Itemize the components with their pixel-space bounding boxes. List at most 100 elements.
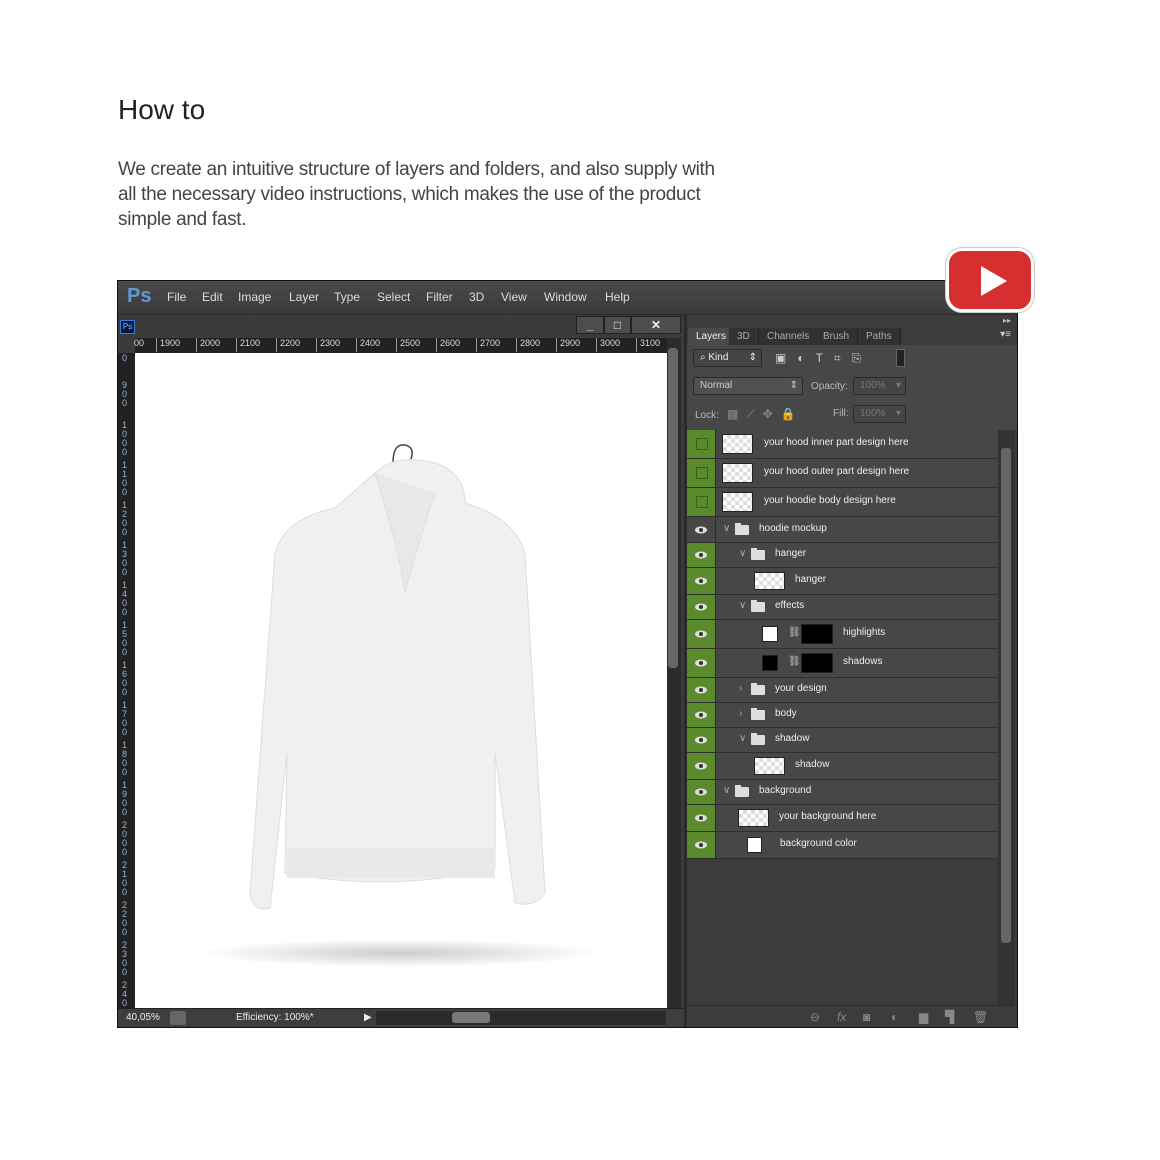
menu-edit[interactable]: Edit <box>202 290 223 304</box>
visibility-toggle[interactable] <box>687 649 716 677</box>
adjustment-layer-icon[interactable]: ◐ <box>891 1010 898 1024</box>
empty-visibility-box[interactable] <box>696 496 708 508</box>
document-icon: Ps <box>120 320 135 334</box>
layer-row[interactable]: your hood outer part design here <box>687 459 998 488</box>
empty-visibility-box[interactable] <box>696 467 708 479</box>
tab-channels[interactable]: Channels <box>759 328 819 345</box>
tab-3d[interactable]: 3D <box>729 328 759 345</box>
menu-image[interactable]: Image <box>238 290 271 304</box>
visibility-toggle[interactable] <box>687 459 716 487</box>
fx-icon[interactable]: fx <box>837 1010 846 1024</box>
layer-name: hoodie mockup <box>759 522 827 534</box>
layer-row[interactable]: background color <box>687 832 998 859</box>
menu-file[interactable]: File <box>167 290 186 304</box>
opacity-input[interactable]: 100% ▾ <box>853 377 906 395</box>
new-layer-icon[interactable]: ▜ <box>945 1010 954 1024</box>
visibility-toggle[interactable] <box>687 543 716 567</box>
youtube-play-button[interactable] <box>946 248 1034 312</box>
chevron-down-icon[interactable]: ∨ <box>723 523 730 534</box>
opacity-value: 100% <box>860 380 886 391</box>
scroll-thumb[interactable] <box>1001 448 1011 943</box>
link-layers-icon[interactable]: ⊖ <box>810 1010 820 1024</box>
visibility-toggle[interactable] <box>687 595 716 619</box>
visibility-toggle[interactable] <box>687 517 716 542</box>
horizontal-scrollbar[interactable] <box>376 1011 666 1025</box>
canvas[interactable] <box>135 353 667 1008</box>
menu-layer[interactable]: Layer <box>289 290 319 304</box>
visibility-toggle[interactable] <box>687 620 716 648</box>
layer-row[interactable]: hanger <box>687 568 998 595</box>
layer-row[interactable]: your hoodie body design here <box>687 488 998 517</box>
visibility-toggle[interactable] <box>687 780 716 804</box>
chevron-right-icon[interactable]: › <box>739 683 742 694</box>
layer-row[interactable]: ∨ background <box>687 780 998 805</box>
chevron-down-icon[interactable]: ∨ <box>723 785 730 796</box>
collapse-panel-icon[interactable]: ▸▸ <box>1003 316 1011 325</box>
menu-bar: Ps File Edit Image Layer Type Select Filter 3D V… <box>118 281 1017 314</box>
layer-name: effects <box>775 600 805 611</box>
status-menu-arrow-icon[interactable]: ▶ <box>364 1012 372 1023</box>
scroll-thumb[interactable] <box>668 348 678 668</box>
delete-layer-icon[interactable]: 🗑 <box>973 1010 988 1024</box>
tab-paths[interactable]: Paths <box>858 328 901 345</box>
menu-view[interactable]: View <box>501 290 527 304</box>
tab-brush[interactable]: Brush <box>815 328 859 345</box>
layer-row[interactable]: your background here <box>687 805 998 832</box>
scroll-thumb[interactable] <box>452 1012 490 1023</box>
menu-3d[interactable]: 3D <box>469 290 484 304</box>
menu-select[interactable]: Select <box>377 290 410 304</box>
layer-row[interactable]: ∨ hoodie mockup <box>687 517 998 543</box>
layer-row[interactable]: ⛓ shadows <box>687 649 998 678</box>
fill-input[interactable]: 100% ▾ <box>853 405 906 423</box>
empty-visibility-box[interactable] <box>696 438 708 450</box>
waistband <box>287 848 495 878</box>
visibility-toggle[interactable] <box>687 728 716 752</box>
layer-row[interactable]: ⛓ highlights <box>687 620 998 649</box>
visibility-toggle[interactable] <box>687 678 716 702</box>
visibility-toggle[interactable] <box>687 488 716 516</box>
menu-filter[interactable]: Filter <box>426 290 453 304</box>
layer-row[interactable]: ∨ shadow <box>687 728 998 753</box>
chain-link-icon[interactable]: ⛓ <box>788 627 801 638</box>
layer-row[interactable]: your hood inner part design here <box>687 430 998 459</box>
ruler-tick: 2700 <box>476 338 500 352</box>
filter-icons[interactable]: ▣◐T⌗⎘ <box>775 351 872 366</box>
new-group-icon[interactable]: ▆ <box>919 1010 928 1024</box>
proof-icon[interactable] <box>170 1011 186 1025</box>
filter-toggle[interactable] <box>896 349 905 367</box>
blend-mode-select[interactable]: Normal ⇕ <box>693 377 803 395</box>
layer-row[interactable]: shadow <box>687 753 998 780</box>
visibility-toggle[interactable] <box>687 430 716 458</box>
layer-row[interactable]: ∨ effects <box>687 595 998 620</box>
panel-menu-icon[interactable]: ▾≡ <box>1000 329 1011 340</box>
chevron-down-icon[interactable]: ∨ <box>739 733 746 744</box>
layers-scrollbar[interactable] <box>998 430 1015 1005</box>
document-window: Ps _ □ ✕ 00 1900 2000 2100 2200 2300 2400 2500 2… <box>118 315 684 1027</box>
minimize-button[interactable]: _ <box>576 316 604 334</box>
menu-type[interactable]: Type <box>334 290 360 304</box>
chevron-down-icon[interactable]: ∨ <box>739 600 746 611</box>
visibility-toggle[interactable] <box>687 753 716 779</box>
visibility-toggle[interactable] <box>687 703 716 727</box>
chevron-right-icon[interactable]: › <box>739 708 742 719</box>
menu-window[interactable]: Window <box>544 290 587 304</box>
layer-row[interactable]: ∨ hanger <box>687 543 998 568</box>
layer-row[interactable]: › body <box>687 703 998 728</box>
ruler-tick: 1900 <box>156 338 180 352</box>
chain-link-icon[interactable]: ⛓ <box>788 656 801 667</box>
menu-help[interactable]: Help <box>605 290 630 304</box>
filter-kind-select[interactable]: ⌕ Kind ⇕ <box>693 349 762 367</box>
tab-layers[interactable]: Layers <box>688 328 736 345</box>
lock-icons[interactable]: ▩⟋✥🔒 <box>727 407 804 422</box>
visibility-toggle[interactable] <box>687 568 716 594</box>
add-mask-icon[interactable]: ◙ <box>863 1010 870 1024</box>
visibility-toggle[interactable] <box>687 832 716 858</box>
maximize-button[interactable]: □ <box>604 316 631 334</box>
zoom-level[interactable]: 40,05% <box>126 1012 160 1023</box>
visibility-toggle[interactable] <box>687 805 716 831</box>
vertical-scrollbar[interactable] <box>667 338 681 1008</box>
chevron-down-icon[interactable]: ∨ <box>739 548 746 559</box>
close-button[interactable]: ✕ <box>631 316 681 334</box>
layer-row[interactable]: › your design <box>687 678 998 703</box>
description: We create an intuitive structure of laye… <box>118 159 715 230</box>
